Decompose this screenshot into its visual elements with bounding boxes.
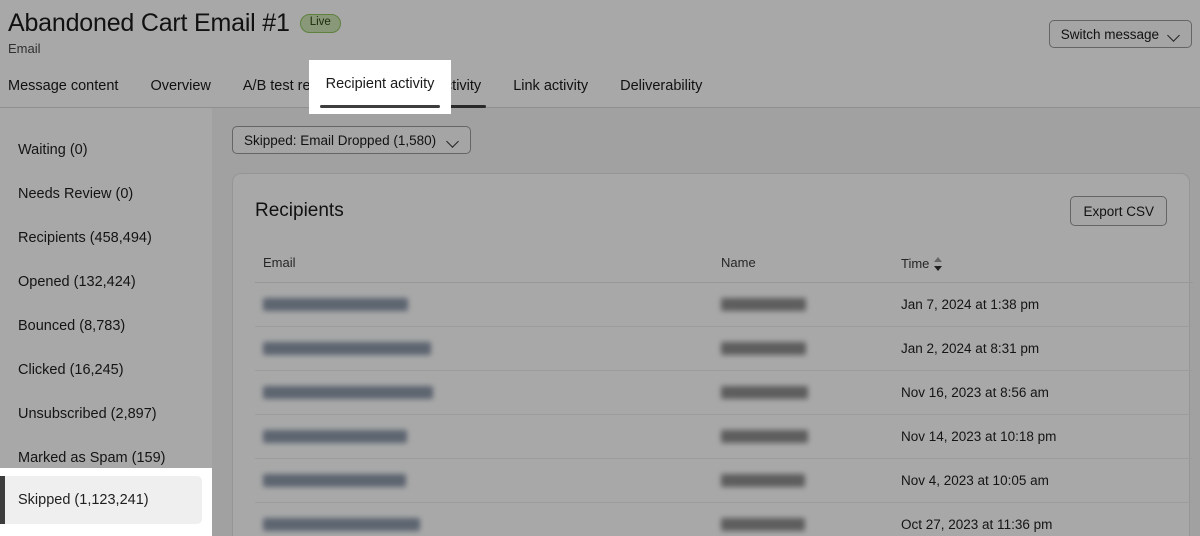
cell-email — [255, 327, 713, 371]
column-header-name[interactable]: Name — [713, 248, 893, 283]
redacted-email — [263, 430, 407, 443]
cell-time: Jan 2, 2024 at 8:31 pm — [893, 327, 1193, 371]
cell-name — [713, 371, 893, 415]
redacted-name — [721, 474, 805, 487]
cell-email — [255, 459, 713, 503]
page-subtitle: Email — [8, 41, 41, 56]
sidebar-item-unsubscribed[interactable]: Unsubscribed (2,897) — [0, 392, 212, 436]
sidebar-item-opened[interactable]: Opened (132,424) — [0, 260, 212, 304]
recipients-card: Recipients Export CSV Email Name Time — [232, 173, 1190, 536]
tab-recipient-activity-highlight[interactable]: Recipient activity — [309, 60, 451, 114]
tab-label: Message content — [8, 78, 118, 94]
tab-bar: Message content Overview A/B test result… — [0, 64, 1200, 108]
filter-value: Skipped: Email Dropped (1,580) — [244, 133, 436, 148]
sidebar-item-waiting[interactable]: Waiting (0) — [0, 128, 212, 172]
recipients-table: Email Name Time Jan 7, 2024 at 1:38 pmJa… — [255, 248, 1193, 536]
active-tab-underline — [320, 105, 440, 108]
card-header: Recipients Export CSV — [255, 194, 1167, 228]
card-title: Recipients — [255, 200, 344, 222]
switch-message-button[interactable]: Switch message — [1049, 20, 1192, 48]
redacted-name — [721, 386, 808, 399]
sidebar-item-label: Waiting (0) — [18, 142, 88, 158]
column-header-email[interactable]: Email — [255, 248, 713, 283]
cell-name — [713, 459, 893, 503]
cell-email — [255, 371, 713, 415]
table-header: Email Name Time — [255, 248, 1193, 283]
tab-deliverability[interactable]: Deliverability — [604, 64, 718, 108]
page-header: Abandoned Cart Email #1 Live Email Switc… — [0, 0, 1200, 64]
table-row[interactable]: Nov 16, 2023 at 8:56 am — [255, 371, 1193, 415]
redacted-name — [721, 342, 806, 355]
tab-link-activity[interactable]: Link activity — [497, 64, 604, 108]
app-window: Abandoned Cart Email #1 Live Email Switc… — [0, 0, 1200, 536]
chevron-down-icon — [1169, 31, 1180, 38]
redacted-email — [263, 518, 420, 531]
sidebar-item-recipients[interactable]: Recipients (458,494) — [0, 216, 212, 260]
sidebar-item-label: Marked as Spam (159) — [18, 450, 165, 466]
table-row[interactable]: Oct 27, 2023 at 11:36 pm — [255, 503, 1193, 536]
redacted-email — [263, 298, 408, 311]
sidebar-item-label: Clicked (16,245) — [18, 362, 124, 378]
cell-time: Nov 16, 2023 at 8:56 am — [893, 371, 1193, 415]
tab-label: Deliverability — [620, 78, 702, 94]
cell-name — [713, 415, 893, 459]
cell-time: Jan 7, 2024 at 1:38 pm — [893, 283, 1193, 327]
column-header-time-label: Time — [901, 256, 929, 271]
export-csv-button[interactable]: Export CSV — [1070, 196, 1167, 226]
sort-arrows-icon[interactable] — [934, 257, 943, 271]
redacted-name — [721, 518, 805, 531]
cell-time: Nov 4, 2023 at 10:05 am — [893, 459, 1193, 503]
table-body: Jan 7, 2024 at 1:38 pmJan 2, 2024 at 8:3… — [255, 283, 1193, 536]
sidebar-item-label: Unsubscribed (2,897) — [18, 406, 157, 422]
table-row[interactable]: Jan 2, 2024 at 8:31 pm — [255, 327, 1193, 371]
sidebar-item-clicked[interactable]: Clicked (16,245) — [0, 348, 212, 392]
cell-name — [713, 503, 893, 536]
tab-message-content[interactable]: Message content — [8, 64, 134, 108]
status-badge: Live — [300, 14, 341, 33]
main-content: Skipped: Email Dropped (1,580) Recipient… — [212, 108, 1200, 536]
cell-time: Nov 14, 2023 at 10:18 pm — [893, 415, 1193, 459]
cell-email — [255, 283, 713, 327]
sidebar-item-label: Needs Review (0) — [18, 186, 133, 202]
redacted-name — [721, 298, 806, 311]
table-row[interactable]: Nov 14, 2023 at 10:18 pm — [255, 415, 1193, 459]
skip-reason-filter-dropdown[interactable]: Skipped: Email Dropped (1,580) — [232, 126, 471, 154]
switch-message-label: Switch message — [1061, 27, 1159, 42]
redacted-name — [721, 430, 808, 443]
tab-label: Recipient activity — [326, 76, 435, 92]
table-row[interactable]: Jan 7, 2024 at 1:38 pm — [255, 283, 1193, 327]
sidebar-item-label: Bounced (8,783) — [18, 318, 125, 334]
sidebar-item-label: Opened (132,424) — [18, 274, 136, 290]
sidebar-item-needs-review[interactable]: Needs Review (0) — [0, 172, 212, 216]
tab-label: Link activity — [513, 78, 588, 94]
cell-email — [255, 415, 713, 459]
sidebar-item-label: Skipped (1,123,241) — [18, 492, 149, 508]
sidebar-item-label: Recipients (458,494) — [18, 230, 152, 246]
tab-overview[interactable]: Overview — [134, 64, 226, 108]
redacted-email — [263, 474, 406, 487]
redacted-email — [263, 386, 433, 399]
cell-email — [255, 503, 713, 536]
cell-time: Oct 27, 2023 at 11:36 pm — [893, 503, 1193, 536]
chevron-down-icon — [448, 137, 459, 144]
title-row: Abandoned Cart Email #1 Live — [8, 8, 341, 38]
sidebar-selected-pill[interactable]: Skipped (1,123,241) — [0, 476, 202, 524]
redacted-email — [263, 342, 431, 355]
sidebar-item-bounced[interactable]: Bounced (8,783) — [0, 304, 212, 348]
page-title: Abandoned Cart Email #1 — [8, 8, 290, 38]
cell-name — [713, 283, 893, 327]
table-row[interactable]: Nov 4, 2023 at 10:05 am — [255, 459, 1193, 503]
tab-label: Overview — [150, 78, 210, 94]
column-header-time[interactable]: Time — [893, 248, 1193, 283]
cell-name — [713, 327, 893, 371]
sidebar-item-skipped-highlight[interactable]: Skipped (1,123,241) — [0, 468, 212, 536]
